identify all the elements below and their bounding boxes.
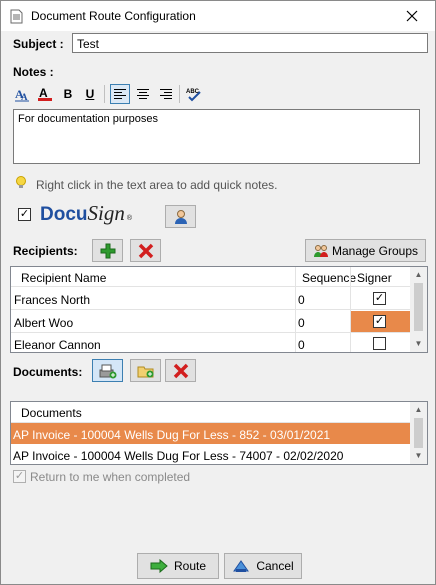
align-right-button[interactable] (156, 84, 176, 104)
arrow-right-icon (150, 559, 168, 573)
column-header-sequence[interactable]: Sequence (302, 271, 356, 285)
toolbar-divider (104, 85, 105, 103)
column-header-signer[interactable]: Signer (357, 271, 392, 285)
recipient-name: Frances North (14, 293, 91, 307)
document-icon (10, 9, 23, 24)
scroll-up-icon[interactable]: ▲ (410, 270, 427, 279)
docusign-logo: Docu Sign ® (40, 201, 132, 227)
plus-icon (100, 243, 115, 258)
column-header-name[interactable]: Recipient Name (21, 271, 106, 285)
signer-checkbox[interactable]: ✓ (373, 292, 386, 305)
scroll-down-icon[interactable]: ▼ (410, 451, 427, 460)
font-button[interactable]: A A (12, 84, 32, 104)
underline-label: U (85, 87, 95, 101)
font-color-icon: A (38, 86, 52, 101)
underline-button[interactable]: U (80, 84, 100, 104)
bold-button[interactable]: B (58, 84, 78, 104)
documents-scrollbar[interactable]: ▲ ▼ (410, 402, 427, 464)
remove-document-button[interactable] (165, 359, 196, 382)
return-to-me-checkbox[interactable]: ✓ (13, 470, 26, 483)
align-center-icon (137, 89, 149, 99)
list-item[interactable]: AP Invoice - 100004 Wells Dug For Less -… (11, 445, 410, 464)
delete-icon (138, 243, 153, 258)
toolbar-divider (179, 85, 180, 103)
close-button[interactable] (389, 1, 435, 31)
documents-header: Documents (11, 402, 410, 423)
subject-label: Subject : (13, 37, 64, 51)
delete-icon (173, 363, 188, 378)
recipient-name: Eleanor Cannon (14, 338, 101, 352)
subject-value: Test (77, 37, 100, 51)
document-name: AP Invoice - 100004 Wells Dug For Less -… (13, 428, 331, 442)
docusign-logo-mark: ® (126, 215, 133, 222)
scroll-up-icon[interactable]: ▲ (410, 405, 427, 414)
manage-groups-label: Manage Groups (331, 243, 419, 258)
notes-hint: Right click in the text area to add quic… (36, 178, 278, 192)
remove-recipient-button[interactable] (130, 239, 161, 262)
add-folder-button[interactable] (130, 359, 161, 382)
recipient-sequence: 0 (298, 293, 305, 307)
list-item[interactable]: AP Invoice - 100004 Wells Dug For Less -… (11, 423, 410, 444)
docusign-user-button[interactable] (165, 205, 196, 228)
recipient-name: Albert Woo (14, 316, 74, 330)
title-bar: Document Route Configuration (1, 1, 435, 31)
spell-check-icon: ABC (186, 89, 201, 102)
attach-document-button[interactable] (92, 359, 123, 382)
align-center-button[interactable] (133, 84, 153, 104)
notes-text: For documentation purposes (18, 113, 159, 125)
manage-groups-button[interactable]: Manage Groups (305, 239, 426, 262)
align-left-button[interactable] (110, 84, 130, 104)
docusign-logo-docu: Docu (40, 204, 88, 225)
scroll-thumb[interactable] (414, 283, 423, 331)
recipients-table: Recipient Name Sequence Signer Frances N… (10, 266, 428, 353)
align-right-icon (160, 89, 172, 99)
align-left-icon (114, 89, 126, 99)
recipient-sequence: 0 (298, 316, 305, 330)
notes-textarea[interactable]: For documentation purposes (13, 109, 420, 164)
window-title: Document Route Configuration (31, 9, 196, 23)
user-icon (174, 209, 187, 224)
close-icon (406, 10, 418, 22)
route-button[interactable]: Route (137, 553, 219, 579)
table-row[interactable]: Albert Woo 0 ✓ (11, 311, 410, 333)
signer-checkbox[interactable] (373, 337, 386, 350)
documents-label: Documents: (13, 365, 83, 379)
docusign-checkbox[interactable]: ✓ (18, 208, 31, 221)
folder-add-icon (137, 366, 153, 377)
subject-input[interactable]: Test (72, 33, 428, 53)
font-color-button[interactable]: A (35, 84, 55, 104)
recipients-label: Recipients: (13, 244, 78, 258)
cancel-button[interactable]: Cancel (224, 553, 302, 579)
cancel-label: Cancel (256, 559, 294, 573)
scanner-icon (99, 364, 116, 378)
route-label: Route (173, 559, 207, 573)
notes-label: Notes : (13, 65, 54, 79)
add-recipient-button[interactable] (92, 239, 123, 262)
bold-label: B (63, 87, 73, 101)
return-to-me-label: Return to me when completed (30, 470, 191, 484)
table-row[interactable]: Eleanor Cannon 0 (11, 334, 410, 352)
signer-checkbox[interactable]: ✓ (373, 315, 386, 328)
table-row[interactable]: Frances North 0 ✓ (11, 288, 410, 310)
svg-text:A: A (39, 86, 48, 100)
font-icon: A A (15, 87, 29, 102)
column-header-documents[interactable]: Documents (21, 406, 82, 420)
document-name: AP Invoice - 100004 Wells Dug For Less -… (13, 449, 344, 463)
dialog-window: Document Route Configuration Subject : T… (0, 0, 436, 585)
lightbulb-icon (16, 176, 26, 188)
recipient-sequence: 0 (298, 338, 305, 352)
spell-check-button[interactable]: ABC (184, 84, 204, 104)
docusign-logo-sign: Sign (87, 201, 125, 225)
recipients-scrollbar[interactable]: ▲ ▼ (410, 267, 427, 352)
cancel-icon (233, 560, 250, 572)
scroll-thumb[interactable] (414, 418, 423, 448)
documents-list: Documents AP Invoice - 100004 Wells Dug … (10, 401, 428, 465)
group-icon (313, 244, 328, 257)
scroll-down-icon[interactable]: ▼ (410, 339, 427, 348)
